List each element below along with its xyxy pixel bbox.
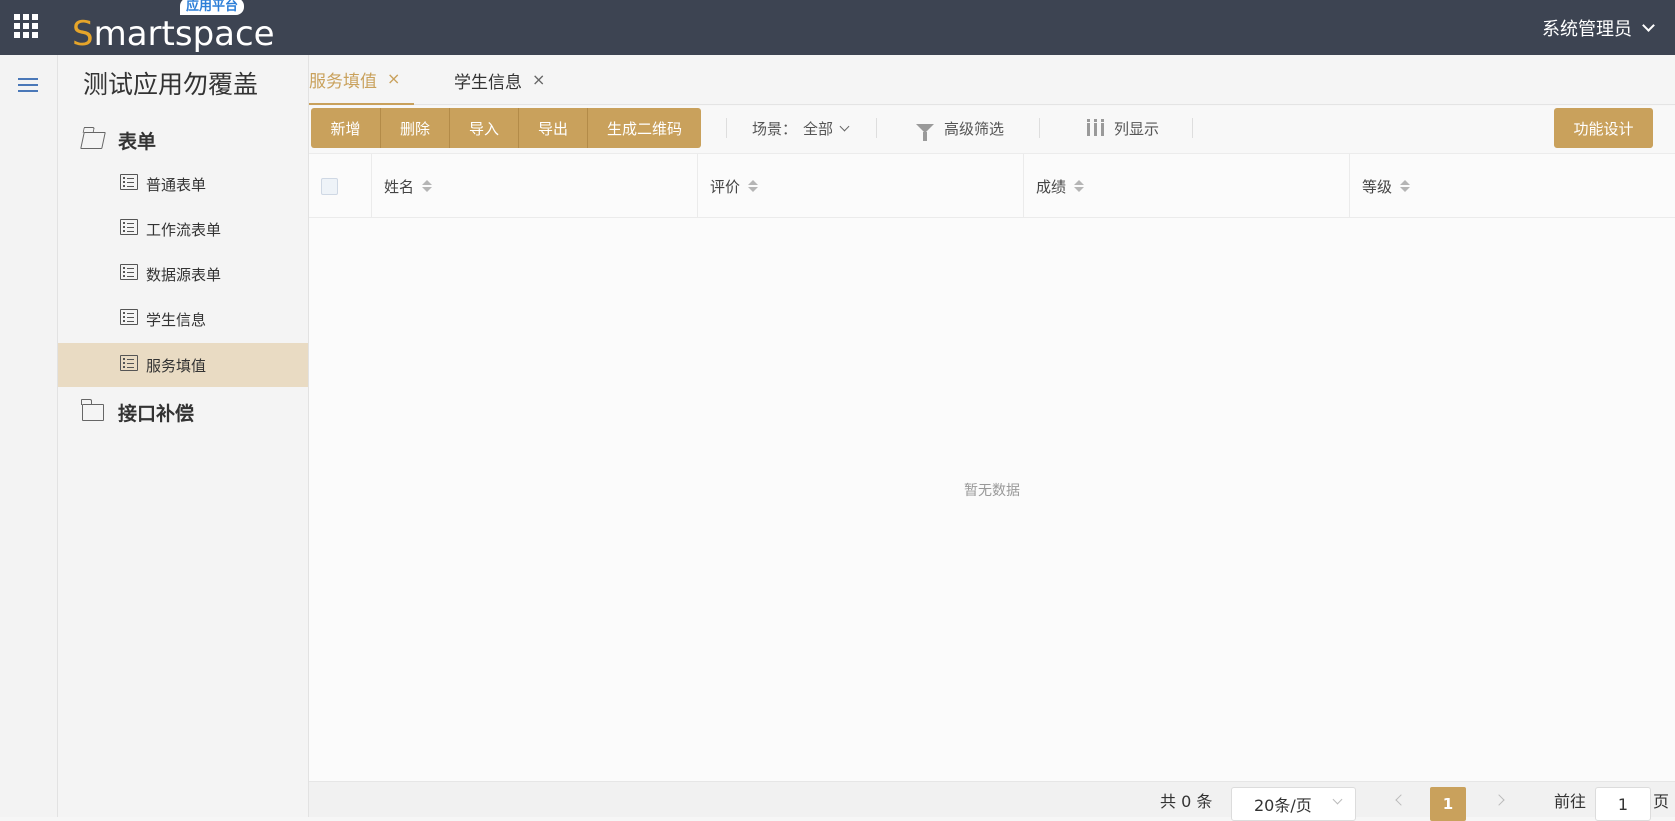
- form-list-icon: [120, 355, 138, 371]
- add-button[interactable]: 新增: [311, 108, 381, 148]
- column-display-button[interactable]: 列显示: [1087, 106, 1159, 150]
- goto-page-input[interactable]: [1595, 787, 1651, 821]
- delete-button[interactable]: 删除: [381, 108, 450, 148]
- sidebar-item-label: 普通表单: [146, 175, 207, 194]
- column-header-grade[interactable]: 等级: [1350, 154, 1675, 218]
- next-page-button[interactable]: [1491, 782, 1511, 818]
- column-header-label: 等级: [1362, 177, 1393, 196]
- toolbar-divider: [726, 118, 727, 138]
- column-header-label: 成绩: [1036, 177, 1067, 196]
- page-size-value: 20条/页: [1254, 796, 1312, 815]
- sidebar-group-forms[interactable]: 表单: [80, 127, 157, 154]
- chevron-down-icon: [1642, 18, 1655, 32]
- apps-grid-icon[interactable]: [14, 14, 40, 40]
- toolbar-divider: [1039, 118, 1040, 138]
- sidebar-group-interface-compensation[interactable]: 接口补偿: [81, 399, 195, 426]
- scene-value: 全部: [803, 119, 834, 138]
- form-list-icon: [120, 174, 138, 190]
- user-name: 系统管理员: [1542, 18, 1632, 40]
- tab-label: 服务填值: [309, 71, 377, 92]
- select-all-column: [309, 154, 372, 218]
- import-button[interactable]: 导入: [450, 108, 519, 148]
- form-list-icon: [120, 309, 138, 325]
- sort-icon[interactable]: [422, 180, 433, 192]
- sidebar-item-normal-form[interactable]: 普通表单: [58, 162, 308, 206]
- close-icon[interactable]: ×: [387, 71, 400, 87]
- chevron-left-icon: [1395, 794, 1407, 806]
- empty-state-text: 暂无数据: [964, 483, 1020, 499]
- page-suffix-label: 页: [1653, 792, 1670, 811]
- feature-design-button[interactable]: 功能设计: [1554, 108, 1653, 148]
- tab-service-fill[interactable]: 服务填值 ×: [309, 55, 415, 105]
- prev-page-button[interactable]: [1389, 782, 1409, 818]
- form-list-icon: [120, 219, 138, 235]
- logo-text: Smartspace: [72, 14, 275, 54]
- advanced-filter-label: 高级筛选: [944, 119, 1005, 138]
- goto-label: 前往: [1554, 792, 1587, 811]
- sidebar-item-label: 学生信息: [146, 310, 207, 329]
- data-table: 姓名 评价 成绩 等级 暂无数据: [309, 154, 1675, 781]
- tab-bar: 服务填值 × 学生信息 ×: [309, 55, 1675, 105]
- sidebar-group-label: 接口补偿: [118, 403, 195, 425]
- chevron-down-icon: [839, 121, 850, 131]
- folder-open-icon: [80, 132, 106, 149]
- filter-icon: [916, 123, 934, 141]
- hamburger-menu-icon[interactable]: [18, 78, 38, 92]
- scene-selector[interactable]: 场景： 全部: [752, 106, 850, 150]
- app-title: 测试应用勿覆盖: [83, 70, 259, 99]
- chevron-down-icon: [1332, 794, 1343, 805]
- chevron-right-icon: [1493, 794, 1505, 806]
- advanced-filter-button[interactable]: 高级筛选: [916, 106, 1004, 150]
- top-bar: Smartspace 应用平台 系统管理员: [0, 0, 1675, 55]
- toolbar: 新增 删除 导入 导出 生成二维码 场景： 全部 高级筛选 列显示 功能设计: [309, 106, 1675, 154]
- app-sidebar: 测试应用勿覆盖 表单 普通表单 工作流表单 数据源表单 学生信息 服务填值 接口…: [58, 55, 309, 817]
- total-count: 共 0 条: [1160, 792, 1213, 811]
- sort-icon[interactable]: [748, 180, 759, 192]
- sidebar-item-workflow-form[interactable]: 工作流表单: [58, 207, 308, 251]
- column-header-evaluation[interactable]: 评价: [698, 154, 1024, 218]
- tab-student-info[interactable]: 学生信息 ×: [454, 55, 545, 105]
- action-button-group: 新增 删除 导入 导出 生成二维码: [311, 108, 701, 148]
- column-header-label: 姓名: [384, 177, 415, 196]
- column-display-label: 列显示: [1114, 119, 1160, 138]
- pagination: 共 0 条 20条/页 1 前往 页: [309, 781, 1675, 821]
- sidebar-item-student-info[interactable]: 学生信息: [58, 297, 308, 341]
- export-button[interactable]: 导出: [519, 108, 588, 148]
- generate-qrcode-button[interactable]: 生成二维码: [588, 108, 701, 148]
- select-all-checkbox[interactable]: [321, 177, 338, 195]
- sort-icon[interactable]: [1400, 180, 1411, 192]
- left-rail: [0, 55, 58, 817]
- sidebar-group-label: 表单: [118, 131, 157, 153]
- sidebar-item-service-fill[interactable]: 服务填值: [58, 343, 308, 387]
- logo-badge: 应用平台: [180, 0, 245, 15]
- page-number-current[interactable]: 1: [1430, 787, 1466, 821]
- column-header-score[interactable]: 成绩: [1024, 154, 1350, 218]
- user-menu[interactable]: 系统管理员: [1542, 0, 1655, 55]
- logo-text-initial: S: [72, 14, 94, 54]
- logo-text-rest: martspace: [93, 14, 275, 54]
- sort-icon[interactable]: [1074, 180, 1085, 192]
- toolbar-divider: [876, 118, 877, 138]
- column-header-name[interactable]: 姓名: [372, 154, 698, 218]
- folder-icon: [81, 399, 104, 421]
- scene-label: 场景：: [752, 119, 798, 138]
- sidebar-item-label: 数据源表单: [146, 265, 222, 284]
- columns-icon: [1087, 119, 1104, 136]
- close-icon[interactable]: ×: [532, 72, 545, 88]
- sidebar-item-label: 服务填值: [146, 356, 207, 375]
- column-header-label: 评价: [710, 177, 741, 196]
- tab-label: 学生信息: [454, 72, 522, 93]
- toolbar-divider: [1192, 118, 1193, 138]
- sidebar-item-datasource-form[interactable]: 数据源表单: [58, 252, 308, 296]
- sidebar-item-label: 工作流表单: [146, 220, 222, 239]
- form-list-icon: [120, 264, 138, 280]
- table-header: 姓名 评价 成绩 等级: [309, 154, 1675, 218]
- page-size-select[interactable]: 20条/页: [1231, 787, 1356, 821]
